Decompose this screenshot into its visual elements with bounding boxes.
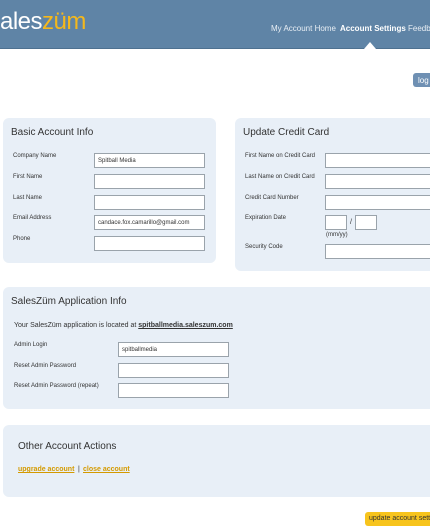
- upgrade-account-link[interactable]: upgrade account: [18, 466, 74, 473]
- expiration-date-label: Expiration Date: [245, 215, 287, 221]
- application-url[interactable]: spitballmedia.saleszum.com: [138, 322, 233, 329]
- cc-number-label: Credit Card Number: [245, 195, 299, 201]
- company-name-input[interactable]: Spitball Media: [94, 153, 205, 168]
- basic-account-info-title: Basic Account Info: [11, 127, 94, 138]
- reset-admin-password-repeat-label: Reset Admin Password (repeat): [14, 383, 99, 389]
- logout-button[interactable]: log: [413, 73, 430, 87]
- logo-text-right: züm: [42, 8, 86, 35]
- expiration-format-hint: (mm/yy): [326, 232, 348, 238]
- close-account-link[interactable]: close account: [83, 466, 130, 473]
- cc-number-input[interactable]: [325, 195, 430, 210]
- admin-login-label: Admin Login: [14, 342, 48, 348]
- admin-login-input[interactable]: spitballmedia: [118, 342, 229, 357]
- company-name-label: Company Name: [13, 153, 57, 159]
- update-credit-card-panel: Update Credit Card First Name on Credit …: [235, 118, 430, 271]
- actions-separator: |: [78, 466, 80, 473]
- update-credit-card-title: Update Credit Card: [243, 127, 330, 138]
- application-location: Your SalesZüm application is located at …: [14, 322, 233, 329]
- update-account-settings-button[interactable]: update account settings: [365, 512, 430, 526]
- phone-label: Phone: [13, 236, 31, 242]
- last-name-label: Last Name: [13, 195, 43, 201]
- last-name-input[interactable]: [94, 195, 205, 210]
- security-code-label: Security Code: [245, 244, 283, 250]
- basic-account-info-panel: Basic Account Info Company Name Spitball…: [3, 118, 216, 263]
- active-nav-indicator: [364, 42, 376, 49]
- expiration-month-input[interactable]: [325, 215, 347, 230]
- reset-admin-password-label: Reset Admin Password: [14, 363, 77, 369]
- application-location-prefix: Your SalesZüm application is located at: [14, 322, 137, 329]
- expiration-year-input[interactable]: [355, 215, 377, 230]
- cc-first-name-input[interactable]: [325, 153, 430, 168]
- email-address-label: Email Address: [13, 215, 52, 221]
- cc-first-name-label: First Name on Credit Card: [245, 153, 316, 159]
- logo-text-left: ales: [0, 8, 43, 35]
- application-info-title: SalesZüm Application Info: [11, 296, 127, 307]
- top-header: aleszüm My Account Home Account Settings…: [0, 0, 430, 49]
- expiration-separator: /: [350, 219, 352, 226]
- reset-admin-password-repeat-input[interactable]: [118, 383, 229, 398]
- cc-last-name-input[interactable]: [325, 174, 430, 189]
- nav-my-account-home[interactable]: My Account Home: [271, 24, 336, 33]
- other-actions-title: Other Account Actions: [18, 441, 117, 452]
- saleszum-logo[interactable]: aleszüm: [0, 8, 86, 36]
- email-address-input[interactable]: candace.fox.camarillo@gmail.com: [94, 215, 205, 230]
- nav-account-settings[interactable]: Account Settings: [340, 24, 406, 33]
- first-name-input[interactable]: [94, 174, 205, 189]
- security-code-input[interactable]: [325, 244, 430, 259]
- first-name-label: First Name: [13, 174, 43, 180]
- reset-admin-password-input[interactable]: [118, 363, 229, 378]
- other-actions-panel: Other Account Actions: [3, 425, 430, 497]
- phone-input[interactable]: [94, 236, 205, 251]
- cc-last-name-label: Last Name on Credit Card: [245, 174, 315, 180]
- nav-feedback[interactable]: Feedb: [408, 24, 430, 33]
